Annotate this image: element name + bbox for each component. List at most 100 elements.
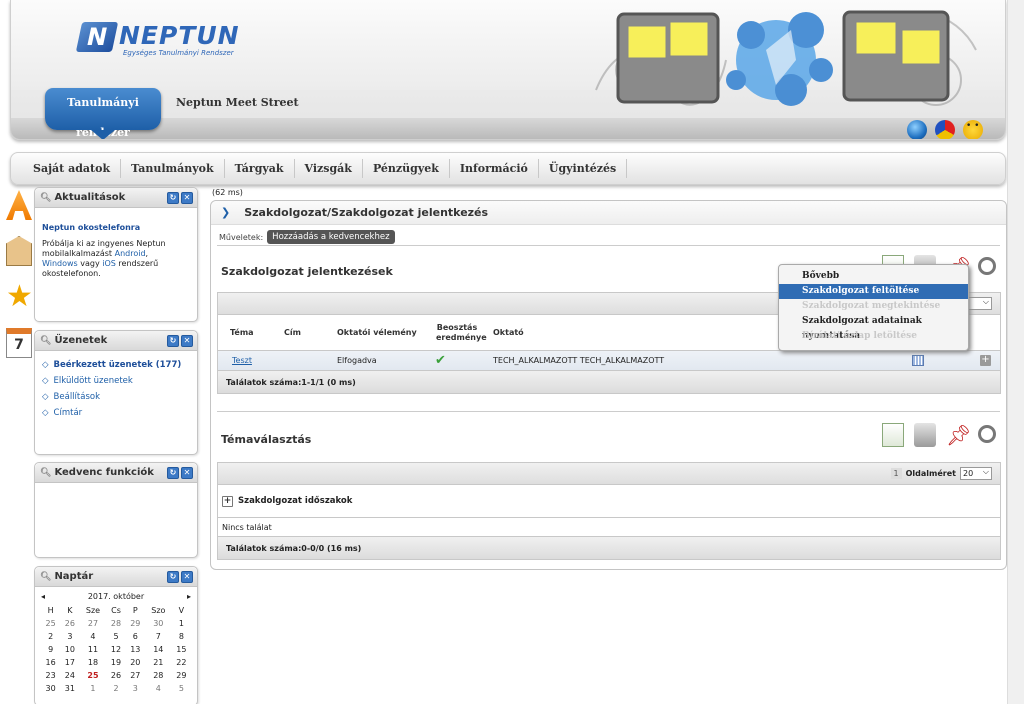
group-row[interactable]: + Szakdolgozat időszakok bbox=[218, 485, 1000, 518]
calendar-day[interactable]: 28 bbox=[145, 669, 172, 682]
calendar-day[interactable]: 9 bbox=[41, 643, 60, 656]
calendar-day[interactable]: 20 bbox=[126, 656, 145, 669]
print-icon[interactable] bbox=[914, 423, 936, 447]
calendar-day[interactable]: 26 bbox=[60, 617, 79, 630]
menu-sajat-adatok[interactable]: Saját adatok bbox=[23, 159, 122, 178]
magnifier-icon[interactable] bbox=[978, 257, 996, 275]
calendar-day[interactable]: 27 bbox=[126, 669, 145, 682]
calendar-grid-icon[interactable] bbox=[912, 355, 924, 366]
expand-icon[interactable]: + bbox=[222, 495, 233, 507]
calendar-day[interactable]: 10 bbox=[60, 643, 79, 656]
calendar-day[interactable]: 17 bbox=[60, 656, 79, 669]
calendar-day[interactable]: 8 bbox=[172, 630, 191, 643]
calendar-day[interactable]: 29 bbox=[126, 617, 145, 630]
menu-informacio[interactable]: Információ bbox=[450, 159, 539, 178]
calendar-day[interactable]: 3 bbox=[60, 630, 79, 643]
calendar-day[interactable]: 1 bbox=[80, 682, 107, 695]
table-row[interactable]: Teszt Elfogadva ✔ TECH_ALKALMAZOTT TECH_… bbox=[218, 351, 1000, 371]
pin-icon[interactable]: 📌︎ bbox=[946, 423, 971, 447]
link-android[interactable]: Android bbox=[115, 249, 146, 258]
calendar-day[interactable]: 7 bbox=[145, 630, 172, 643]
calendar-day[interactable]: 30 bbox=[145, 617, 172, 630]
calendar-day[interactable]: 5 bbox=[106, 630, 125, 643]
close-icon[interactable]: ✕ bbox=[181, 334, 193, 347]
menu-adatok-nyomtatasa[interactable]: Szakdolgozat adatainak nyomtatása bbox=[779, 314, 968, 341]
menu-ugyintezes[interactable]: Ügyintézés bbox=[539, 159, 628, 178]
calendar-day[interactable]: 18 bbox=[80, 656, 107, 669]
msg-sent-link[interactable]: Elküldött üzenetek bbox=[54, 376, 133, 386]
calendar-day[interactable]: 24 bbox=[60, 669, 79, 682]
calendar-day[interactable]: 26 bbox=[106, 669, 125, 682]
prev-month-icon[interactable]: ◂ bbox=[41, 592, 45, 604]
calendar-day[interactable]: 2 bbox=[106, 682, 125, 695]
close-icon[interactable]: ✕ bbox=[181, 570, 193, 583]
calendar-day[interactable]: 25 bbox=[41, 617, 60, 630]
magnifier-icon[interactable] bbox=[978, 425, 996, 443]
smiley-icon[interactable] bbox=[963, 120, 983, 139]
close-icon[interactable]: ✕ bbox=[181, 466, 193, 479]
calendar-day[interactable]: 13 bbox=[126, 643, 145, 656]
calendar-day[interactable]: 4 bbox=[80, 630, 107, 643]
msg-directory-link[interactable]: Címtár bbox=[54, 408, 83, 418]
calendar-day[interactable]: 27 bbox=[80, 617, 107, 630]
tab-meet-street[interactable]: Neptun Meet Street bbox=[176, 96, 299, 109]
calendar-day[interactable]: 4 bbox=[145, 682, 172, 695]
excel-export-icon[interactable] bbox=[882, 423, 904, 447]
calendar-day[interactable]: 1 bbox=[172, 617, 191, 630]
col-beosztas[interactable]: Beosztás eredménye bbox=[436, 323, 487, 343]
page-scrollbar[interactable] bbox=[1007, 0, 1024, 704]
calendar-day[interactable]: 6 bbox=[126, 630, 145, 643]
page-size-select[interactable]: 20 bbox=[960, 466, 992, 480]
calendar-day[interactable]: 22 bbox=[172, 656, 191, 669]
menu-penzugyek[interactable]: Pénzügyek bbox=[363, 159, 450, 178]
calendar-day[interactable]: 14 bbox=[145, 643, 172, 656]
col-cim[interactable]: Cím bbox=[284, 328, 301, 337]
calendar-day[interactable]: 30 bbox=[41, 682, 60, 695]
close-icon[interactable]: ✕ bbox=[181, 191, 193, 204]
refresh-icon[interactable]: ↻ bbox=[167, 191, 179, 204]
calendar-day[interactable]: 28 bbox=[106, 617, 125, 630]
calendar-day[interactable]: 16 bbox=[41, 656, 60, 669]
calendar-day[interactable]: 12 bbox=[106, 643, 125, 656]
calendar-day[interactable]: 31 bbox=[60, 682, 79, 695]
globe-icon[interactable] bbox=[907, 120, 927, 139]
calendar-day[interactable]: 19 bbox=[106, 656, 125, 669]
add-favorite-button[interactable]: Hozzáadás a kedvencekhez bbox=[267, 230, 395, 244]
calendar-day[interactable]: 2 bbox=[41, 630, 60, 643]
calendar-day[interactable]: 29 bbox=[172, 669, 191, 682]
link-ios[interactable]: iOS bbox=[102, 259, 116, 268]
tab-tanulmanyi-rendszer[interactable]: Tanulmányi rendszer bbox=[45, 88, 161, 139]
menu-targyak[interactable]: Tárgyak bbox=[225, 159, 295, 178]
star-icon[interactable]: ★ bbox=[6, 282, 33, 312]
calendar-day[interactable]: 3 bbox=[126, 682, 145, 695]
calendar-icon[interactable]: 7 bbox=[6, 328, 32, 358]
menu-tanulmanyok[interactable]: Tanulmányok bbox=[121, 159, 225, 178]
calendar-day[interactable]: 23 bbox=[41, 669, 60, 682]
msg-settings-link[interactable]: Beállítások bbox=[54, 392, 100, 402]
refresh-icon[interactable]: ↻ bbox=[167, 334, 179, 347]
refresh-icon[interactable]: ↻ bbox=[167, 466, 179, 479]
calendar-day[interactable]: 25 bbox=[80, 669, 107, 682]
refresh-icon[interactable]: ↻ bbox=[167, 570, 179, 583]
menu-vizsgak[interactable]: Vizsgák bbox=[295, 159, 363, 178]
calendar-day[interactable]: 5 bbox=[172, 682, 191, 695]
menu-szakdolgozat-feltoltese[interactable]: Szakdolgozat feltöltése bbox=[779, 284, 968, 299]
col-velemeny[interactable]: Oktatói vélemény bbox=[337, 328, 417, 337]
envelope-icon[interactable] bbox=[6, 236, 32, 266]
row-menu-plus-icon[interactable]: + bbox=[980, 355, 991, 366]
page-number[interactable]: 1 bbox=[890, 468, 902, 479]
row-tema-link[interactable]: Teszt bbox=[232, 356, 252, 365]
menu-bovebb[interactable]: Bővebb bbox=[779, 269, 968, 284]
col-tema[interactable]: Téma bbox=[230, 328, 254, 337]
calendar-day[interactable]: 11 bbox=[80, 643, 107, 656]
col-oktato[interactable]: Oktató bbox=[493, 328, 524, 337]
link-windows[interactable]: Windows bbox=[42, 259, 78, 268]
color-theme-icon[interactable] bbox=[935, 120, 955, 139]
msg-inbox-link[interactable]: Beérkezett üzenetek (177) bbox=[54, 360, 182, 370]
news-headline[interactable]: Neptun okostelefonra bbox=[42, 223, 190, 233]
news-a-icon[interactable] bbox=[6, 190, 32, 220]
news-rendszeru: rendszerű bbox=[118, 259, 159, 268]
next-month-icon[interactable]: ▸ bbox=[187, 592, 191, 604]
calendar-day[interactable]: 21 bbox=[145, 656, 172, 669]
calendar-day[interactable]: 15 bbox=[172, 643, 191, 656]
